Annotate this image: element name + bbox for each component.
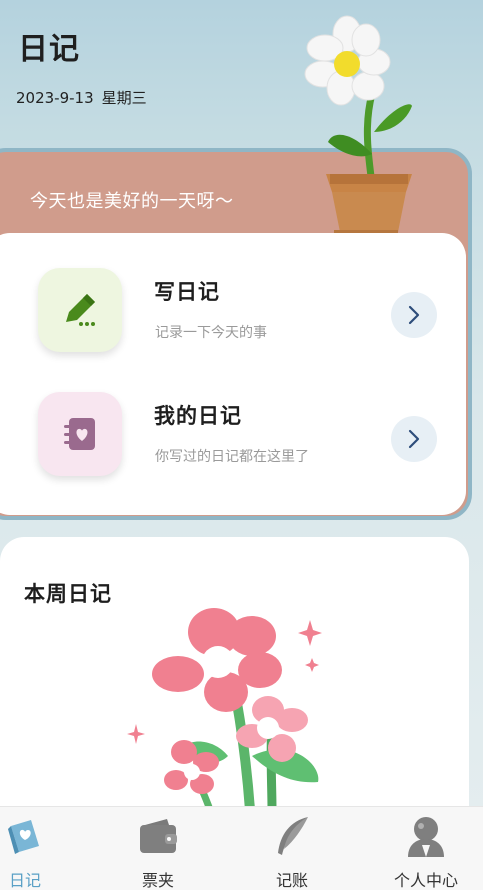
nav-item-diary[interactable]: 日记 (0, 807, 75, 890)
write-diary-chevron-button[interactable] (391, 292, 437, 338)
nav-label-tickets: 票夹 (141, 871, 174, 890)
write-diary-row[interactable]: 写日记 记录一下今天的事 (38, 268, 438, 358)
my-diary-title: 我的日记 (154, 404, 242, 428)
flower-pot-illustration (304, 15, 412, 234)
my-diary-subtitle: 你写过的日记都在这里了 (155, 449, 309, 465)
pink-flowers-illustration (127, 608, 322, 810)
my-diary-row[interactable]: 我的日记 你写过的日记都在这里了 (38, 392, 438, 482)
date-line: 2023-9-13 星期三 (16, 87, 147, 108)
wallet-icon (140, 819, 177, 853)
user-icon (408, 817, 444, 857)
write-diary-title: 写日记 (154, 280, 220, 304)
nav-label-profile: 个人中心 (393, 871, 458, 890)
pencil-icon (66, 294, 95, 326)
nav-label-diary: 日记 (8, 871, 41, 890)
my-diary-tile (38, 392, 122, 476)
nav-item-accounting[interactable]: 记账 (242, 807, 342, 890)
chevron-right-icon (408, 429, 420, 449)
feather-icon (278, 817, 308, 855)
bottom-nav: 日记 票夹 记账 个人中心 (0, 806, 483, 890)
nav-item-profile[interactable]: 个人中心 (376, 807, 476, 890)
nav-label-accounting: 记账 (275, 871, 308, 890)
notebook-heart-icon (64, 418, 95, 450)
weekly-diary-title: 本周日记 (24, 582, 112, 606)
write-diary-tile (38, 268, 122, 352)
diary-book-icon (8, 820, 39, 854)
weekday-text: 星期三 (101, 89, 147, 107)
chevron-right-icon (408, 305, 420, 325)
date-text: 2023-9-13 (16, 89, 94, 107)
write-diary-subtitle: 记录一下今天的事 (155, 325, 267, 341)
page-title: 日记 (18, 32, 80, 67)
banner-text: 今天也是美好的一天呀～ (30, 191, 234, 212)
nav-item-tickets[interactable]: 票夹 (108, 807, 208, 890)
my-diary-chevron-button[interactable] (391, 416, 437, 462)
